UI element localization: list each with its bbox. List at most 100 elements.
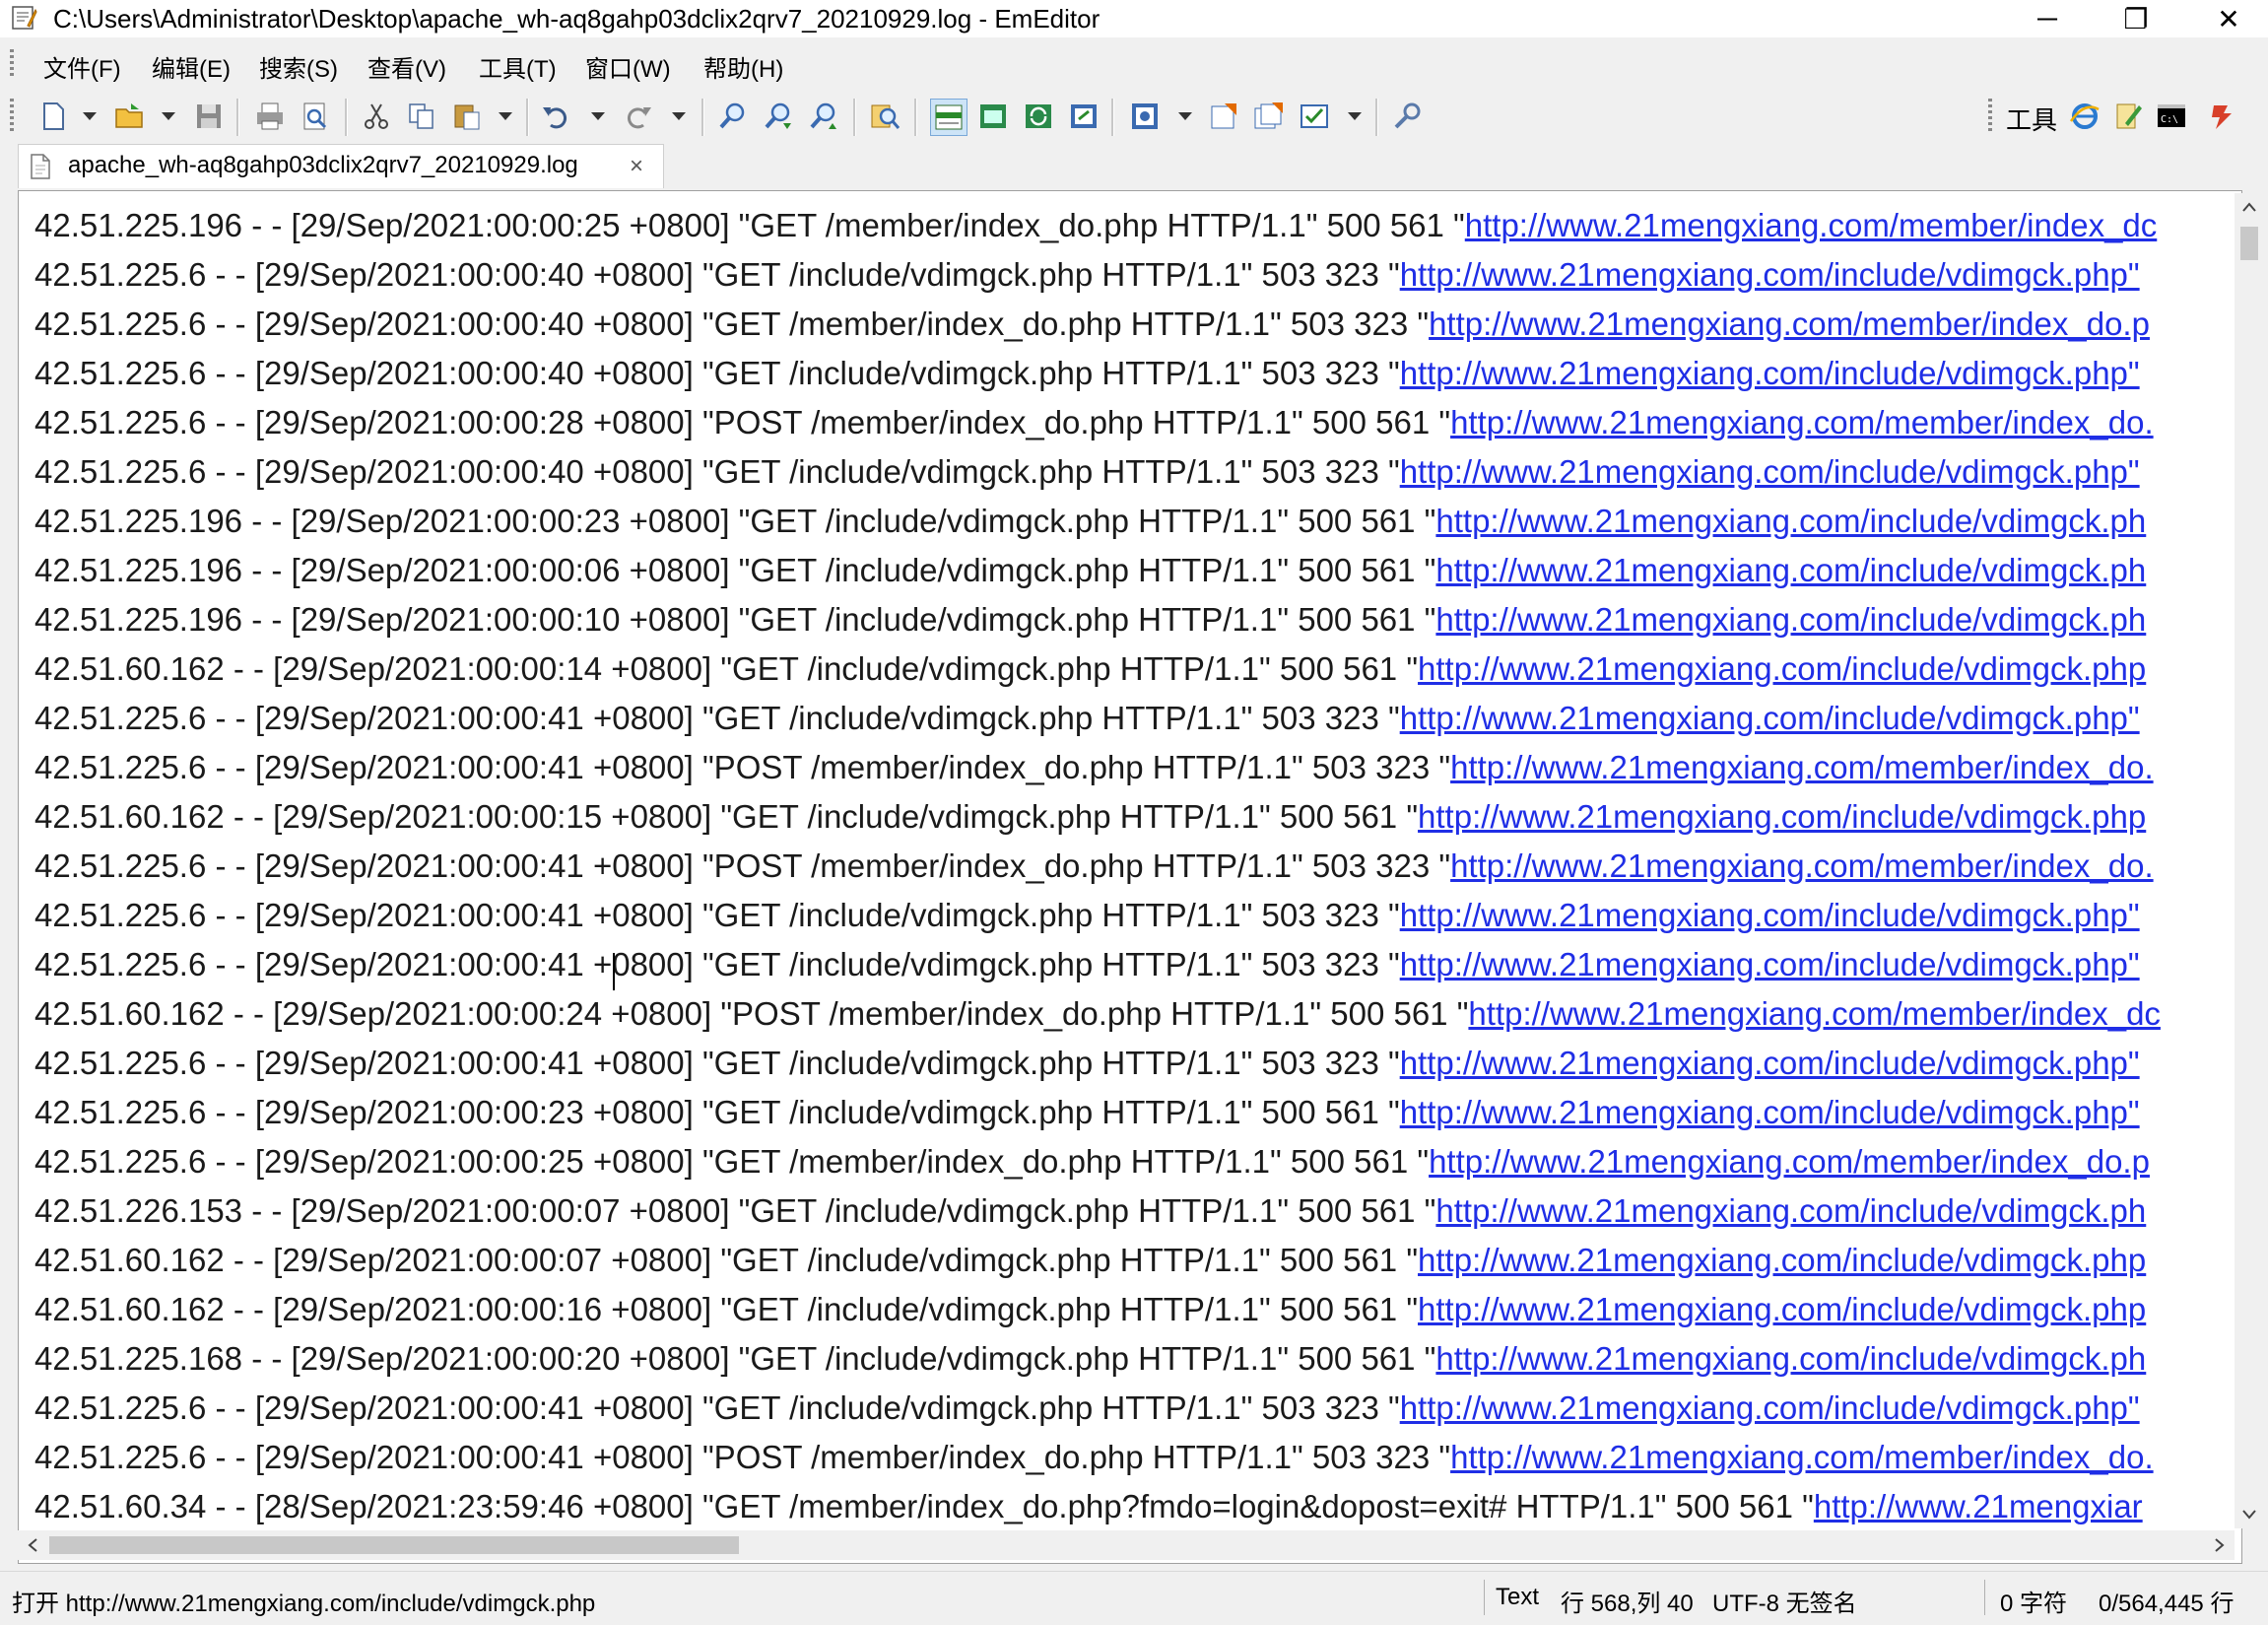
split-window-button[interactable] [1066,99,1101,134]
configuration-button[interactable] [1127,99,1163,134]
log-line[interactable]: 42.51.60.162 - - [29/Sep/2021:00:00:24 +… [34,989,2241,1039]
referrer-link[interactable]: http://www.21mengxiang.com/include/vdimg… [1400,256,2140,293]
find-in-files-button[interactable] [867,99,902,134]
print-preview-button[interactable] [298,99,333,134]
scroll-right-button[interactable] [2205,1530,2235,1560]
refresh-button[interactable] [1021,99,1056,134]
log-line[interactable]: 42.51.225.6 - - [29/Sep/2021:00:00:40 +0… [34,349,2241,398]
properties-button[interactable] [1206,99,1241,134]
toolbar-grip[interactable] [1988,99,1992,132]
external-tool-button[interactable] [2203,99,2238,134]
log-line[interactable]: 42.51.225.6 - - [29/Sep/2021:00:00:41 +0… [34,1039,2241,1088]
horizontal-scrollbar[interactable] [18,1530,2235,1560]
referrer-link[interactable]: http://www.21mengxiang.com/member/index_… [1450,404,2154,440]
tab-document[interactable]: apache_wh-aq8gahp03dclix2qrv7_20210929.l… [18,144,664,188]
vertical-scroll-thumb[interactable] [2240,227,2258,260]
text-editor[interactable]: 42.51.225.196 - - [29/Sep/2021:00:00:25 … [18,190,2242,1564]
find-next-button[interactable] [761,99,796,134]
referrer-link[interactable]: http://www.21mengxiang.com/include/vdimg… [1400,946,2140,982]
status-position[interactable]: 行 568,列 40 [1561,1584,1694,1618]
menu-file[interactable]: 文件(F) [43,49,121,84]
redo-button[interactable] [621,99,656,134]
log-line[interactable]: 42.51.226.153 - - [29/Sep/2021:00:00:07 … [34,1186,2241,1236]
command-prompt-button[interactable]: C:\ [2154,99,2189,134]
undo-dropdown[interactable] [591,112,605,120]
menu-window[interactable]: 窗口(W) [585,49,671,84]
find-button[interactable] [715,99,751,134]
menu-view[interactable]: 查看(V) [367,49,446,84]
find-previous-button[interactable] [806,99,841,134]
close-button[interactable]: ✕ [2179,0,2268,37]
scroll-left-button[interactable] [18,1530,47,1560]
referrer-link[interactable]: http://www.21mengxiang.com/member/index_… [1468,995,2161,1032]
referrer-link[interactable]: http://www.21mengxiang.com/member/index_… [1429,1143,2150,1180]
referrer-link[interactable]: http://www.21mengxiang.com/member/index_… [1450,1439,2154,1475]
referrer-link[interactable]: http://www.21mengxiang.com/include/vdimg… [1400,700,2140,736]
log-line[interactable]: 42.51.60.162 - - [29/Sep/2021:00:00:07 +… [34,1236,2241,1285]
paste-dropdown[interactable] [499,112,512,120]
menu-tools[interactable]: 工具(T) [479,49,557,84]
log-line[interactable]: 42.51.225.6 - - [29/Sep/2021:00:00:25 +0… [34,1137,2241,1186]
open-file-button[interactable] [112,99,148,134]
menu-search[interactable]: 搜索(S) [259,49,338,84]
log-line[interactable]: 42.51.225.6 - - [29/Sep/2021:00:00:40 +0… [34,447,2241,497]
menu-help[interactable]: 帮助(H) [703,49,783,84]
status-mode[interactable]: Text [1496,1584,1539,1611]
log-line[interactable]: 42.51.225.196 - - [29/Sep/2021:00:00:25 … [34,201,2241,250]
log-line[interactable]: 42.51.225.6 - - [29/Sep/2021:00:00:41 +0… [34,694,2241,743]
configuration-dropdown[interactable] [1178,112,1192,120]
log-line[interactable]: 42.51.225.6 - - [29/Sep/2021:00:00:40 +0… [34,300,2241,349]
referrer-link[interactable]: http://www.21mengxiang.com/include/vdimg… [1435,503,2146,539]
referrer-link[interactable]: http://www.21mengxiang.com/include/vdimg… [1418,1291,2146,1327]
log-line[interactable]: 42.51.60.162 - - [29/Sep/2021:00:00:16 +… [34,1285,2241,1334]
redo-dropdown[interactable] [672,112,686,120]
scroll-up-button[interactable] [2235,193,2264,221]
fullscreen-button[interactable] [975,99,1011,134]
log-line[interactable]: 42.51.225.6 - - [29/Sep/2021:00:00:41 +0… [34,842,2241,891]
paste-button[interactable] [449,99,485,134]
referrer-link[interactable]: http://www.21mengxiang.com/include/vdimg… [1400,1389,2140,1426]
plugin-settings-button[interactable] [1389,99,1425,134]
log-line[interactable]: 42.51.225.6 - - [29/Sep/2021:00:00:28 +0… [34,398,2241,447]
log-line[interactable]: 42.51.60.162 - - [29/Sep/2021:00:00:14 +… [34,644,2241,694]
save-button[interactable] [191,99,227,134]
new-file-dropdown[interactable] [83,112,97,120]
print-button[interactable] [252,99,288,134]
log-line[interactable]: 42.51.225.196 - - [29/Sep/2021:00:00:23 … [34,497,2241,546]
referrer-link[interactable]: http://www.21mengxiang.com/include/vdimg… [1435,552,2146,588]
browser-button[interactable] [2067,99,2102,134]
log-line[interactable]: 42.51.225.6 - - [29/Sep/2021:00:00:23 +0… [34,1088,2241,1137]
referrer-link[interactable]: http://www.21mengxiang.com/member/index_… [1450,847,2154,884]
referrer-link[interactable]: http://www.21mengxiar [1814,1488,2143,1524]
log-line[interactable]: 42.51.225.196 - - [29/Sep/2021:00:00:06 … [34,546,2241,595]
referrer-link[interactable]: http://www.21mengxiang.com/include/vdimg… [1435,601,2146,638]
minimize-button[interactable]: ─ [1998,0,2097,37]
tab-close-icon[interactable]: × [630,153,643,180]
menu-grip[interactable] [10,49,14,79]
open-file-dropdown[interactable] [162,112,175,120]
log-line[interactable]: 42.51.60.162 - - [29/Sep/2021:00:00:15 +… [34,792,2241,842]
referrer-link[interactable]: http://www.21mengxiang.com/include/vdimg… [1400,1045,2140,1081]
referrer-link[interactable]: http://www.21mengxiang.com/member/index_… [1465,207,2158,243]
log-line[interactable]: 42.51.225.6 - - [29/Sep/2021:00:00:41 +0… [34,743,2241,792]
macro-dropdown[interactable] [1348,112,1362,120]
log-line[interactable]: 42.51.225.6 - - [29/Sep/2021:00:00:41 +0… [34,1384,2241,1433]
undo-button[interactable] [538,99,573,134]
copy-button[interactable] [404,99,439,134]
referrer-link[interactable]: http://www.21mengxiang.com/include/vdimg… [1400,1094,2140,1130]
referrer-link[interactable]: http://www.21mengxiang.com/include/vdimg… [1435,1340,2146,1377]
referrer-link[interactable]: http://www.21mengxiang.com/include/vdimg… [1418,1242,2146,1278]
all-properties-button[interactable] [1251,99,1287,134]
scroll-down-button[interactable] [2235,1501,2264,1528]
status-encoding[interactable]: UTF-8 无签名 [1712,1584,1857,1618]
referrer-link[interactable]: http://www.21mengxiang.com/include/vdimg… [1400,355,2140,391]
referrer-link[interactable]: http://www.21mengxiang.com/include/vdimg… [1418,798,2146,835]
highlight-button[interactable] [930,99,967,136]
cut-button[interactable] [359,99,394,134]
log-line[interactable]: 42.51.225.6 - - [29/Sep/2021:00:00:41 +0… [34,1433,2241,1482]
log-line[interactable]: 42.51.225.6 - - [29/Sep/2021:00:00:41 +0… [34,891,2241,940]
referrer-link[interactable]: http://www.21mengxiang.com/member/index_… [1429,305,2150,342]
toolbar-grip[interactable] [10,99,14,132]
horizontal-scroll-thumb[interactable] [49,1536,739,1554]
new-file-button[interactable] [35,99,71,134]
